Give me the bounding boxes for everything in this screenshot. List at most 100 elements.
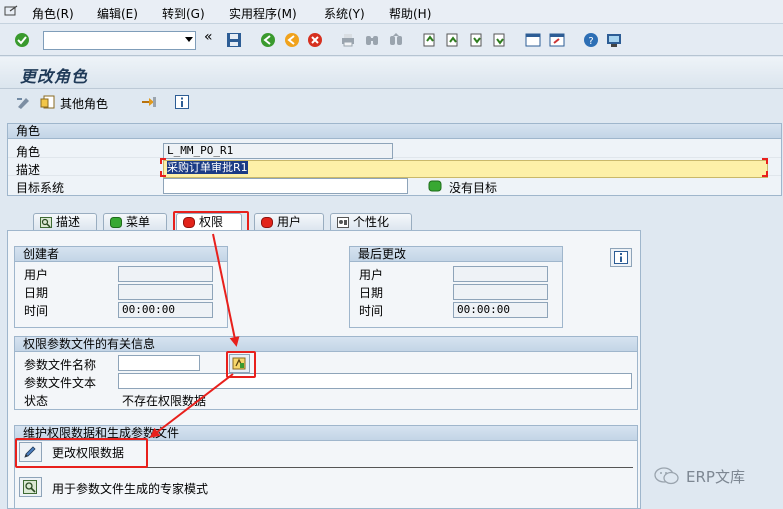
tab-users-label: 用户 xyxy=(277,215,302,229)
find-icon[interactable] xyxy=(364,32,380,48)
no-target-text: 没有目标 xyxy=(449,181,498,195)
last-change-user-field xyxy=(453,266,548,282)
expert-mode-icon xyxy=(23,480,37,494)
print-icon[interactable] xyxy=(340,32,356,48)
creator-date-label: 日期 xyxy=(24,286,49,300)
desc-label: 描述 xyxy=(16,163,41,177)
last-change-group: 最后更改 用户 日期 时间 00:00:00 xyxy=(349,246,563,328)
creator-user-label: 用户 xyxy=(24,268,49,282)
first-page-icon[interactable] xyxy=(421,32,437,48)
expert-mode-label: 用于参数文件生成的专家模式 xyxy=(52,482,209,496)
target-system-label: 目标系统 xyxy=(16,181,65,195)
green-status-icon xyxy=(110,217,122,228)
last-change-time-label: 时间 xyxy=(359,304,384,318)
profile-info-header: 权限参数文件的有关信息 xyxy=(14,336,638,352)
application-toolbar: 其他角色 xyxy=(0,90,783,116)
menu-utilities[interactable]: 实用程序(M) xyxy=(229,5,297,22)
display-change-icon[interactable] xyxy=(16,95,32,109)
creator-group: 创建者 用户 日期 时间 00:00:00 xyxy=(14,246,228,328)
menu-bar: 角色(R) 编辑(E) 转到(G) 实用程序(M) 系统(Y) 帮助(H) xyxy=(0,0,783,24)
other-roles-button[interactable]: 其他角色 xyxy=(60,95,108,112)
menu-system[interactable]: 系统(Y) xyxy=(324,5,365,22)
last-change-user-label: 用户 xyxy=(359,268,384,282)
status-value: 不存在权限数据 xyxy=(122,394,207,408)
svg-text:?: ? xyxy=(588,36,593,47)
tab-personalization[interactable]: 个性化 xyxy=(330,213,412,231)
transport-icon[interactable] xyxy=(141,95,157,109)
tab-menu[interactable]: 菜单 xyxy=(103,213,167,231)
info-icon[interactable] xyxy=(175,95,189,109)
new-session-icon[interactable] xyxy=(525,32,541,48)
menu-role[interactable]: 角色(R) xyxy=(32,5,74,22)
find-next-icon[interactable] xyxy=(388,32,404,48)
annotation-box-propose xyxy=(226,351,256,378)
required-corner-tl xyxy=(160,158,166,164)
desc-field[interactable]: 采购订单审批R1 xyxy=(163,160,768,178)
desc-field-value: 采购订单审批R1 xyxy=(167,161,248,174)
chevron-down-icon[interactable] xyxy=(185,37,193,42)
watermark-text: ERP文库 xyxy=(686,468,745,486)
role-group: 角色 角色 L_MM_PO_R1 描述 采购订单审批R1 目标系统 没有目标 xyxy=(7,123,782,196)
personalize-icon xyxy=(337,217,349,228)
prev-page-icon[interactable] xyxy=(444,32,460,48)
profile-name-label: 参数文件名称 xyxy=(24,358,97,372)
creator-group-header: 创建者 xyxy=(14,246,228,262)
menu-window-icon[interactable] xyxy=(4,5,18,17)
info-icon xyxy=(614,251,628,264)
status-label: 状态 xyxy=(24,394,49,408)
required-corner-br xyxy=(762,171,768,177)
last-change-date-field xyxy=(453,284,548,300)
tab-description-label: 描述 xyxy=(56,215,81,229)
command-field[interactable] xyxy=(43,31,196,50)
green-status-icon xyxy=(428,180,442,192)
next-page-icon[interactable] xyxy=(468,32,484,48)
required-corner-tr xyxy=(762,158,768,164)
creator-user-field xyxy=(118,266,213,282)
magnifier-icon xyxy=(40,217,52,228)
shortcut-icon[interactable] xyxy=(549,32,565,48)
last-page-icon[interactable] xyxy=(491,32,507,48)
enter-check-icon[interactable] xyxy=(14,32,30,48)
annotation-box-change xyxy=(15,438,148,468)
info-button[interactable] xyxy=(610,248,632,267)
wechat-logo-icon xyxy=(654,467,679,485)
tab-menu-label: 菜单 xyxy=(126,215,151,229)
watermark: ERP文库 xyxy=(654,464,779,488)
page-title: 更改角色 xyxy=(20,67,89,86)
role-field[interactable]: L_MM_PO_R1 xyxy=(163,143,393,159)
profile-text-label: 参数文件文本 xyxy=(24,376,97,390)
collapse-arrows-icon[interactable]: « xyxy=(204,29,213,45)
role-label: 角色 xyxy=(16,145,41,159)
tab-users[interactable]: 用户 xyxy=(254,213,324,231)
standard-toolbar: « ? xyxy=(0,24,783,56)
creator-date-field xyxy=(118,284,213,300)
menu-edit[interactable]: 编辑(E) xyxy=(97,5,138,22)
profile-name-field[interactable] xyxy=(118,355,200,371)
save-icon[interactable] xyxy=(226,32,242,48)
cancel-icon[interactable] xyxy=(307,32,323,48)
exit-icon[interactable] xyxy=(284,32,300,48)
creator-time-field: 00:00:00 xyxy=(118,302,213,318)
profile-info-group: 权限参数文件的有关信息 参数文件名称 参数文件文本 状态 不存在权限数据 xyxy=(14,336,638,410)
help-icon[interactable]: ? xyxy=(583,32,599,48)
layout-icon[interactable] xyxy=(606,32,622,48)
other-role-icon[interactable] xyxy=(40,95,56,109)
expert-mode-button[interactable]: 用于参数文件生成的专家模式 xyxy=(19,477,249,497)
last-change-date-label: 日期 xyxy=(359,286,384,300)
target-system-field[interactable] xyxy=(163,178,408,194)
creator-time-label: 时间 xyxy=(24,304,49,318)
last-change-group-header: 最后更改 xyxy=(349,246,563,262)
tab-description[interactable]: 描述 xyxy=(33,213,97,231)
expert-mode-icon-button[interactable] xyxy=(19,477,42,497)
role-group-header: 角色 xyxy=(7,123,782,139)
tab-personalization-label: 个性化 xyxy=(353,215,390,229)
red-status-icon xyxy=(261,217,273,228)
menu-goto[interactable]: 转到(G) xyxy=(162,5,205,22)
menu-help[interactable]: 帮助(H) xyxy=(389,5,431,22)
title-bar: 更改角色 xyxy=(0,57,783,89)
profile-text-field[interactable] xyxy=(118,373,632,389)
required-corner-bl xyxy=(160,171,166,177)
role-row xyxy=(8,140,781,158)
back-icon[interactable] xyxy=(260,32,276,48)
last-change-time-field: 00:00:00 xyxy=(453,302,548,318)
